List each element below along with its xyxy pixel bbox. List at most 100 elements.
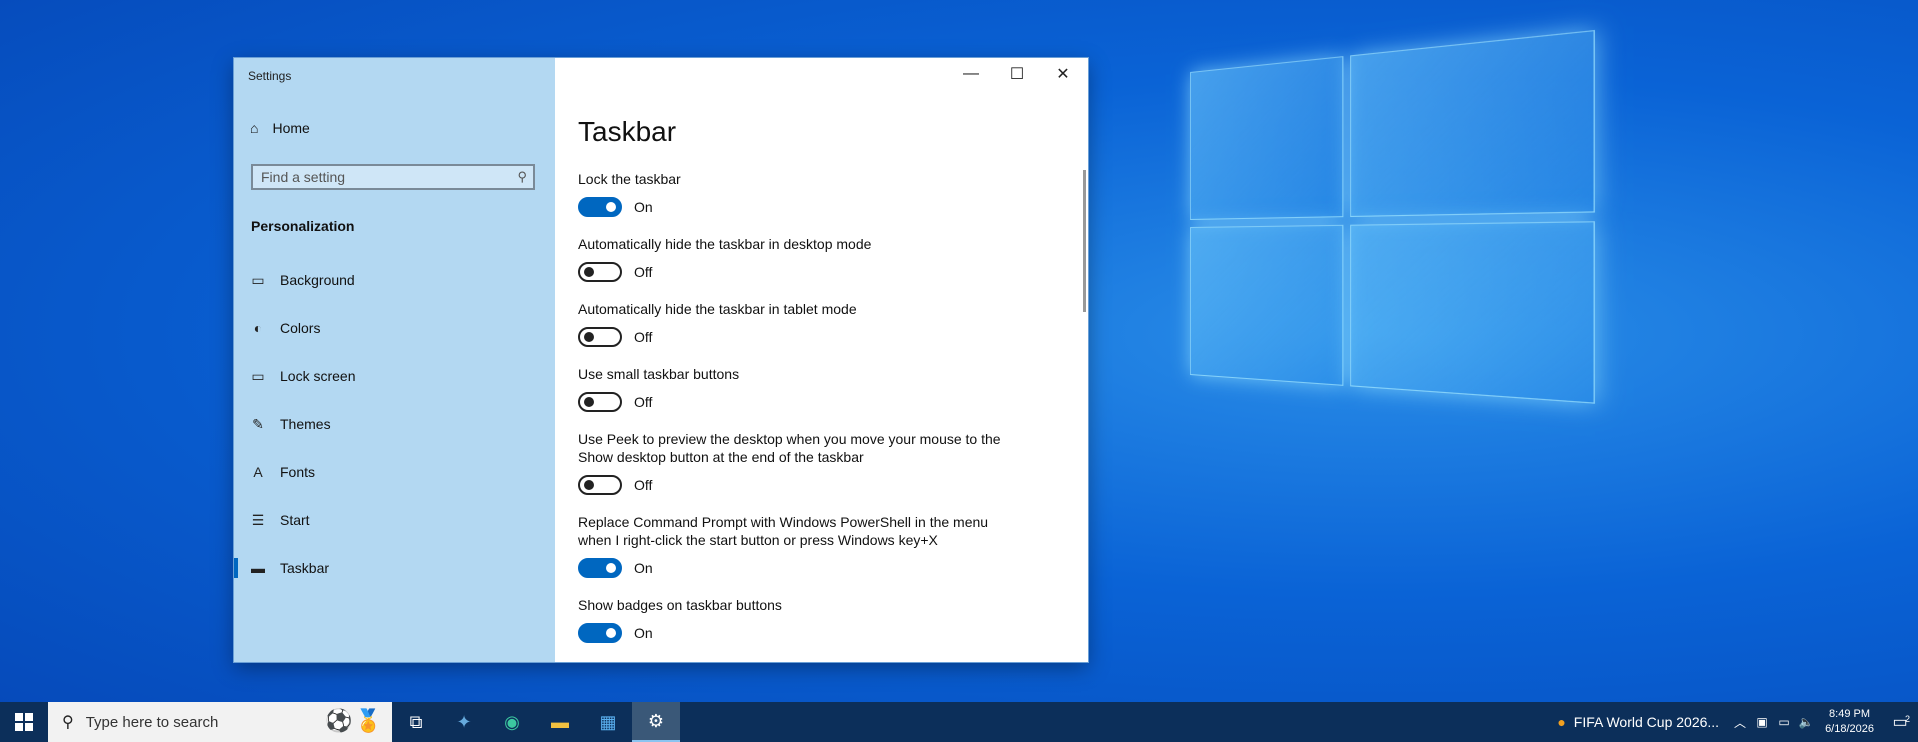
sidebar-item-label: Start — [280, 512, 310, 528]
fonts-icon: A — [253, 464, 263, 480]
toggle-switch[interactable] — [578, 558, 622, 578]
news-widget[interactable]: ● FIFA World Cup 2026... — [1547, 714, 1729, 730]
toggle-switch[interactable] — [578, 623, 622, 643]
copilot-icon[interactable]: ✦ — [440, 702, 488, 742]
toggle-state: Off — [634, 394, 653, 410]
sidebar-item-label: Background — [280, 272, 355, 288]
powershell-toggle[interactable]: On — [578, 558, 1018, 578]
taskbar-search-input[interactable] — [83, 712, 288, 732]
home-label: Home — [272, 120, 310, 136]
news-icon: ● — [1557, 714, 1566, 730]
close-button[interactable]: ✕ — [1040, 58, 1086, 90]
taskbar: ⚲ ⚽🏅 ⧉ ✦ ◉ ▬ ▦ ⚙ ● FIFA World Cup 2026..… — [0, 702, 1918, 742]
setting-badges: Show badges on taskbar buttons On — [578, 596, 1018, 643]
setting-label: Automatically hide the taskbar in tablet… — [578, 301, 857, 317]
badges-toggle[interactable]: On — [578, 623, 1018, 643]
section-title: Personalization — [251, 218, 355, 234]
system-tray: ● FIFA World Cup 2026... ︿ ▣ ▭ 🔈 8:49 PM… — [1547, 702, 1918, 742]
home-nav-item[interactable]: ⌂ Home — [250, 120, 310, 136]
toggle-switch[interactable] — [578, 327, 622, 347]
sidebar-item-themes[interactable]: ✎ Themes — [234, 400, 555, 448]
clock-date: 6/18/2026 — [1825, 723, 1874, 735]
scrollbar[interactable] — [1083, 170, 1086, 312]
toggle-state: On — [634, 199, 653, 215]
taskbar-icon: ▬ — [251, 560, 265, 576]
sidebar-item-label: Taskbar — [280, 560, 330, 576]
notification-count: 2 — [1904, 714, 1910, 724]
setting-label: Lock the taskbar — [578, 171, 681, 187]
palette-icon: ◐ — [253, 320, 263, 336]
sidebar-item-taskbar[interactable]: ▬ Taskbar — [234, 544, 555, 592]
home-icon: ⌂ — [250, 120, 259, 136]
chevron-up-icon[interactable]: ︿ — [1729, 714, 1751, 731]
lock-taskbar-toggle[interactable]: On — [578, 197, 1018, 217]
task-view-icon[interactable]: ⧉ — [392, 702, 440, 742]
setting-label: Use small taskbar buttons — [578, 366, 740, 382]
sidebar-item-fonts[interactable]: A Fonts — [234, 448, 555, 496]
image-icon: ▭ — [251, 271, 265, 288]
toggle-state: On — [634, 560, 653, 576]
toggle-switch[interactable] — [578, 475, 622, 495]
windows-desktop-logo — [1190, 29, 1595, 474]
toggle-switch[interactable] — [578, 392, 622, 412]
setting-small-buttons: Use small taskbar buttons Off — [578, 365, 1018, 412]
settings-gear-icon[interactable]: ⚙ — [632, 702, 680, 742]
toggle-switch[interactable] — [578, 197, 622, 217]
meet-now-icon[interactable]: ▣ — [1751, 715, 1773, 729]
toggle-state: Off — [634, 329, 653, 345]
sidebar-item-start[interactable]: ☰ Start — [234, 496, 555, 544]
network-icon[interactable]: ▭ — [1773, 715, 1795, 729]
sidebar-nav: ▭ Background ◐ Colors ▭ Lock screen ✎ Th… — [234, 256, 555, 592]
setting-label: Automatically hide the taskbar in deskto… — [578, 236, 872, 252]
edge-icon[interactable]: ◉ — [488, 702, 536, 742]
find-setting-input[interactable] — [253, 166, 509, 188]
start-icon: ☰ — [251, 511, 265, 528]
minimize-button[interactable]: — — [948, 58, 994, 90]
autohide-desktop-toggle[interactable]: Off — [578, 262, 1018, 282]
settings-window: Settings ⌂ Home ⚲ Personalization ▭ Back… — [234, 58, 1088, 662]
toggle-state: On — [634, 625, 653, 641]
setting-autohide-tablet: Automatically hide the taskbar in tablet… — [578, 300, 1018, 347]
toggle-state: Off — [634, 477, 653, 493]
store-icon[interactable]: ▦ — [584, 702, 632, 742]
themes-icon: ✎ — [252, 415, 264, 432]
toggle-state: Off — [634, 264, 653, 280]
search-highlight-icon: ⚽ 🏅 — [325, 708, 382, 733]
clock-time: 8:49 PM — [1829, 708, 1871, 720]
volume-icon[interactable]: 🔈 — [1795, 715, 1817, 729]
notification-icon[interactable]: ▭ 2 — [1882, 712, 1918, 732]
autohide-tablet-toggle[interactable]: Off — [578, 327, 1018, 347]
news-text: FIFA World Cup 2026... — [1573, 714, 1720, 730]
settings-sidebar: Settings ⌂ Home ⚲ Personalization ▭ Back… — [234, 58, 555, 662]
sidebar-item-lock-screen[interactable]: ▭ Lock screen — [234, 352, 555, 400]
clock[interactable]: 8:49 PM 6/18/2026 — [1817, 707, 1882, 737]
setting-peek: Use Peek to preview the desktop when you… — [578, 430, 1018, 495]
sidebar-item-colors[interactable]: ◐ Colors — [234, 304, 555, 352]
start-button[interactable] — [0, 702, 48, 742]
file-explorer-icon[interactable]: ▬ — [536, 702, 584, 742]
sidebar-item-background[interactable]: ▭ Background — [234, 256, 555, 304]
setting-lock-taskbar: Lock the taskbar On — [578, 170, 1018, 217]
sidebar-item-label: Lock screen — [280, 368, 356, 384]
setting-label: Use Peek to preview the desktop when you… — [578, 431, 1001, 465]
small-buttons-toggle[interactable]: Off — [578, 392, 1018, 412]
search-icon: ⚲ — [62, 714, 74, 731]
lock-screen-icon: ▭ — [251, 367, 265, 384]
windows-start-icon — [15, 713, 33, 731]
maximize-button[interactable]: ☐ — [994, 58, 1040, 90]
window-title: Settings — [248, 69, 292, 83]
setting-label: Replace Command Prompt with Windows Powe… — [578, 514, 989, 548]
setting-label: Show badges on taskbar buttons — [578, 597, 782, 613]
taskbar-search[interactable]: ⚲ ⚽🏅 — [48, 702, 392, 742]
toggle-switch[interactable] — [578, 262, 622, 282]
sidebar-item-label: Themes — [280, 416, 331, 432]
page-title: Taskbar — [578, 116, 677, 147]
sidebar-item-label: Colors — [280, 320, 321, 336]
setting-powershell: Replace Command Prompt with Windows Powe… — [578, 513, 1018, 578]
sidebar-item-label: Fonts — [280, 464, 316, 480]
setting-autohide-desktop: Automatically hide the taskbar in deskto… — [578, 235, 1018, 282]
search-icon[interactable]: ⚲ — [517, 169, 527, 185]
settings-content: — ☐ ✕ Taskbar Lock the taskbar On Automa… — [555, 58, 1088, 662]
peek-toggle[interactable]: Off — [578, 475, 1018, 495]
find-setting-search[interactable]: ⚲ — [251, 164, 535, 190]
